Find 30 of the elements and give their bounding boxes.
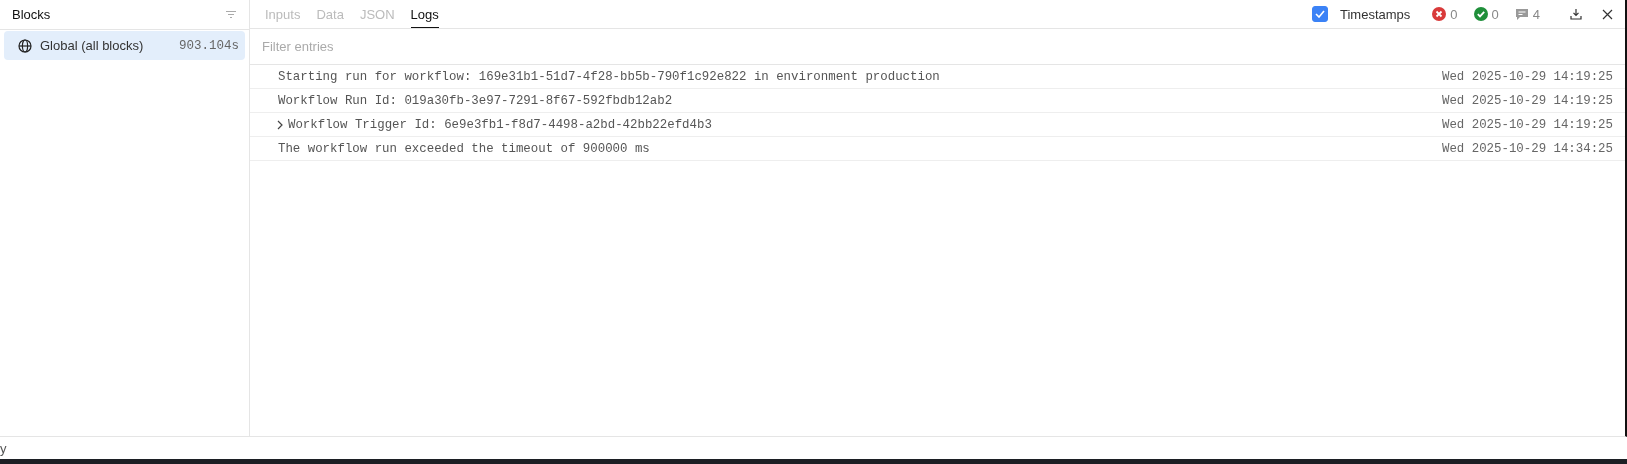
log-message: Starting run for workflow: 169e31b1-51d7-4f28-bb5b-790f1c92e822 in environment production [278,69,941,84]
checkbox-label: Timestamps [1340,6,1411,22]
count: 4 [1532,6,1540,22]
message-icon [1514,7,1529,21]
count: 0 [1491,6,1499,22]
tab[interactable]: Data [316,0,344,28]
count: 0 [1450,6,1458,22]
log-message: The workflow run exceeded the timeout of 900000 ms [278,141,651,156]
log-message: Workflow Trigger Id: 6e9e3fb1-f8d7-4498-a2bd-42bb22efd4b3 [288,117,713,132]
log-timestamp: Wed 2025-10-29 14:19:25 [1441,69,1613,84]
tab[interactable]: JSON [359,0,395,28]
panel-title: Blocks [12,7,51,22]
duration: 903.104s [179,38,239,53]
log-timestamp: Wed 2025-10-29 14:19:25 [1441,117,1613,132]
tab[interactable]: Inputs [265,0,301,28]
log-message: Workflow Run Id: 019a30fb-3e97-7291-8f67-592fbdb12ab2 [278,93,674,108]
success-icon [1473,7,1488,21]
log-timestamp: Wed 2025-10-29 14:19:25 [1441,93,1613,108]
checkbox[interactable] [1312,6,1328,22]
tab[interactable]: Logs [410,0,439,28]
sidebar-item[interactable]: Global (all blocks) 903.104s [4,31,245,60]
globe-icon [18,38,32,53]
footer-text: y [0,440,7,456]
chevron-icon[interactable] [276,119,284,130]
close-icon[interactable] [1602,8,1613,20]
download-icon[interactable] [1570,8,1582,20]
item-label: Global (all blocks) [40,38,145,53]
error-icon [1432,7,1447,21]
log-timestamp: Wed 2025-10-29 14:34:25 [1441,141,1613,156]
check-icon [1315,10,1325,18]
